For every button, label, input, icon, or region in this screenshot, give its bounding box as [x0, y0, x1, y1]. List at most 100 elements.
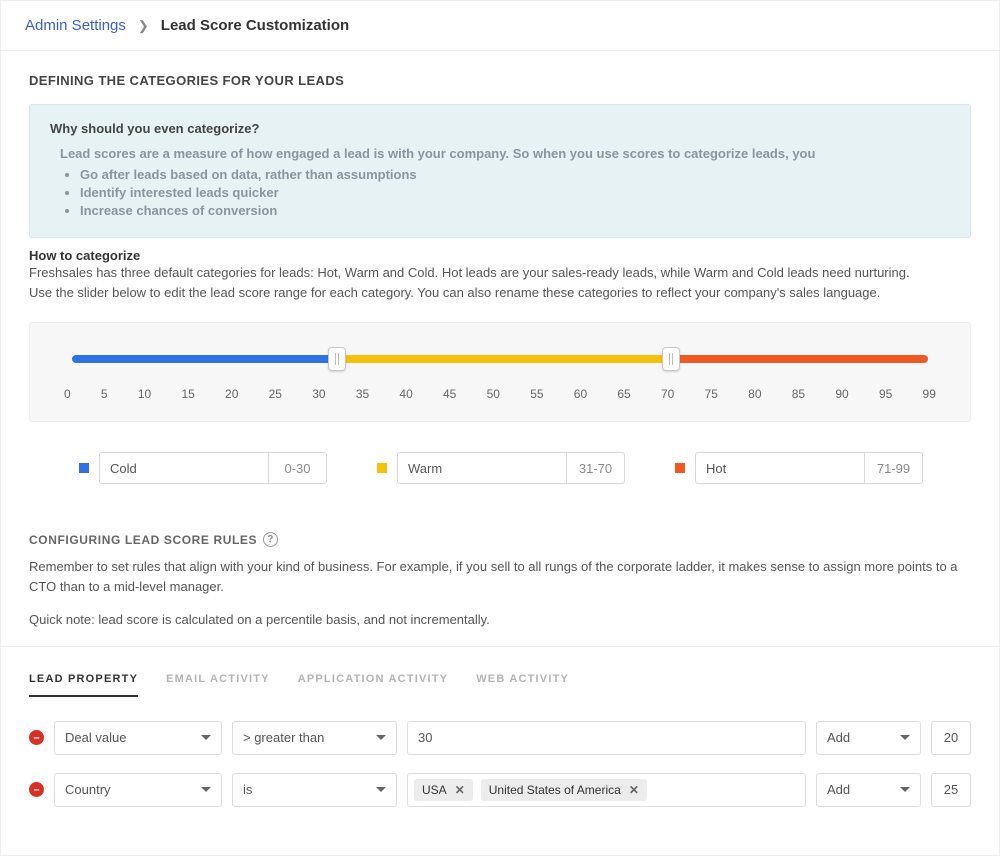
rule-operator-select[interactable]: is: [232, 773, 397, 807]
page: Admin Settings ❯ Lead Score Customizatio…: [0, 0, 1000, 856]
slider-tick: 15: [181, 387, 194, 401]
rule-action-select[interactable]: Add: [816, 773, 921, 807]
tab-web-activity[interactable]: WEB ACTIVITY: [476, 673, 569, 697]
slider-tick: 60: [574, 387, 587, 401]
category-hot: [675, 452, 923, 484]
rule-operator-select[interactable]: > greater than: [232, 721, 397, 755]
slider-segment-cold: [72, 355, 337, 363]
slider-tick: 70: [661, 387, 674, 401]
slider-tick: 85: [792, 387, 805, 401]
slider-track: [72, 355, 928, 363]
slider-tick: 35: [356, 387, 369, 401]
tag-label: USA: [422, 783, 447, 797]
tag-remove-icon[interactable]: ✕: [629, 783, 639, 797]
category-row: [29, 452, 971, 484]
rule-field-value: Deal value: [65, 730, 126, 745]
rule-score-input[interactable]: [931, 773, 971, 807]
slider-tick: 20: [225, 387, 238, 401]
rule-value-tags[interactable]: USA ✕ United States of America ✕: [407, 773, 806, 807]
section-heading-defining: DEFINING THE CATEGORIES FOR YOUR LEADS: [29, 73, 971, 88]
swatch-warm-icon: [377, 463, 387, 473]
tab-lead-property[interactable]: LEAD PROPERTY: [29, 673, 138, 697]
caret-down-icon: [376, 787, 386, 792]
tag-label: United States of America: [489, 783, 621, 797]
slider-segment-warm: [337, 355, 671, 363]
caret-down-icon: [900, 735, 910, 740]
rule-operator-value: > greater than: [243, 730, 324, 745]
rule-score-input[interactable]: [931, 721, 971, 755]
info-bullet: Go after leads based on data, rather tha…: [80, 167, 950, 182]
rule-field-value: Country: [65, 782, 111, 797]
rules-list: – Deal value > greater than Add – Country is US…: [29, 721, 971, 807]
slider-handle-1[interactable]: [328, 347, 346, 371]
slider-tick: 0: [64, 387, 71, 401]
breadcrumb-current: Lead Score Customization: [161, 17, 349, 34]
rule-action-value: Add: [827, 782, 850, 797]
category-warm-name-input[interactable]: [397, 452, 567, 484]
howto-text-2: Use the slider below to edit the lead sc…: [29, 283, 971, 303]
howto-text-1: Freshsales has three default categories …: [29, 263, 971, 283]
caret-down-icon: [376, 735, 386, 740]
category-cold-name-input[interactable]: [99, 452, 269, 484]
help-icon[interactable]: ?: [263, 532, 278, 547]
slider-handle-2[interactable]: [662, 347, 680, 371]
rule-tabs: LEAD PROPERTY EMAIL ACTIVITY APPLICATION A…: [29, 673, 971, 697]
rule-field-select[interactable]: Country: [54, 773, 222, 807]
slider-tick: 5: [101, 387, 108, 401]
remove-rule-button[interactable]: –: [29, 730, 44, 745]
chevron-right-icon: ❯: [138, 18, 149, 34]
breadcrumb: Admin Settings ❯ Lead Score Customizatio…: [1, 1, 999, 51]
category-hot-name-input[interactable]: [695, 452, 865, 484]
rule-field-select[interactable]: Deal value: [54, 721, 222, 755]
info-box: Why should you even categorize? Lead sco…: [29, 104, 971, 238]
category-hot-range-input[interactable]: [865, 452, 923, 484]
swatch-cold-icon: [79, 463, 89, 473]
slider-segment-hot: [671, 355, 928, 363]
info-bullet: Increase chances of conversion: [80, 203, 950, 218]
rule-value-input[interactable]: [407, 721, 806, 755]
slider-tick: 80: [748, 387, 761, 401]
tag: United States of America ✕: [481, 779, 647, 801]
breadcrumb-parent-link[interactable]: Admin Settings: [25, 17, 126, 34]
slider-tick: 10: [138, 387, 151, 401]
tab-email-activity[interactable]: EMAIL ACTIVITY: [166, 673, 270, 697]
rules-heading-text: CONFIGURING LEAD SCORE RULES: [29, 533, 257, 547]
slider-tick: 75: [705, 387, 718, 401]
remove-rule-button[interactable]: –: [29, 782, 44, 797]
slider-card: 0510152025303540455055606570758085909599: [29, 322, 971, 422]
divider: [1, 646, 999, 647]
caret-down-icon: [900, 787, 910, 792]
slider-tick: 50: [487, 387, 500, 401]
slider-tick: 65: [617, 387, 630, 401]
howto-title: How to categorize: [29, 248, 971, 263]
content: DEFINING THE CATEGORIES FOR YOUR LEADS W…: [1, 51, 999, 855]
slider-tick: 30: [312, 387, 325, 401]
category-warm-range-input[interactable]: [567, 452, 625, 484]
swatch-hot-icon: [675, 463, 685, 473]
slider-track-wrap[interactable]: [72, 349, 928, 373]
category-warm: [377, 452, 625, 484]
category-cold-range-input[interactable]: [269, 452, 327, 484]
rule-action-select[interactable]: Add: [816, 721, 921, 755]
slider-tick: 25: [269, 387, 282, 401]
tab-application-activity[interactable]: APPLICATION ACTIVITY: [298, 673, 449, 697]
slider-tick: 95: [879, 387, 892, 401]
slider-tick: 45: [443, 387, 456, 401]
tag-remove-icon[interactable]: ✕: [455, 783, 465, 797]
rules-paragraph-2: Quick note: lead score is calculated on …: [29, 610, 971, 630]
info-question: Why should you even categorize?: [50, 121, 950, 136]
section-heading-rules: CONFIGURING LEAD SCORE RULES ?: [29, 532, 971, 547]
slider-tick: 99: [923, 387, 936, 401]
caret-down-icon: [201, 735, 211, 740]
rule-row: – Country is USA ✕ United States of America ✕ A…: [29, 773, 971, 807]
info-bullet: Identify interested leads quicker: [80, 185, 950, 200]
tag: USA ✕: [414, 779, 473, 801]
rule-row: – Deal value > greater than Add: [29, 721, 971, 755]
slider-tick: 55: [530, 387, 543, 401]
category-cold: [79, 452, 327, 484]
slider-tick: 90: [835, 387, 848, 401]
caret-down-icon: [201, 787, 211, 792]
rule-operator-value: is: [243, 782, 252, 797]
info-lead-text: Lead scores are a measure of how engaged…: [60, 146, 950, 161]
info-bullet-list: Go after leads based on data, rather tha…: [80, 167, 950, 218]
